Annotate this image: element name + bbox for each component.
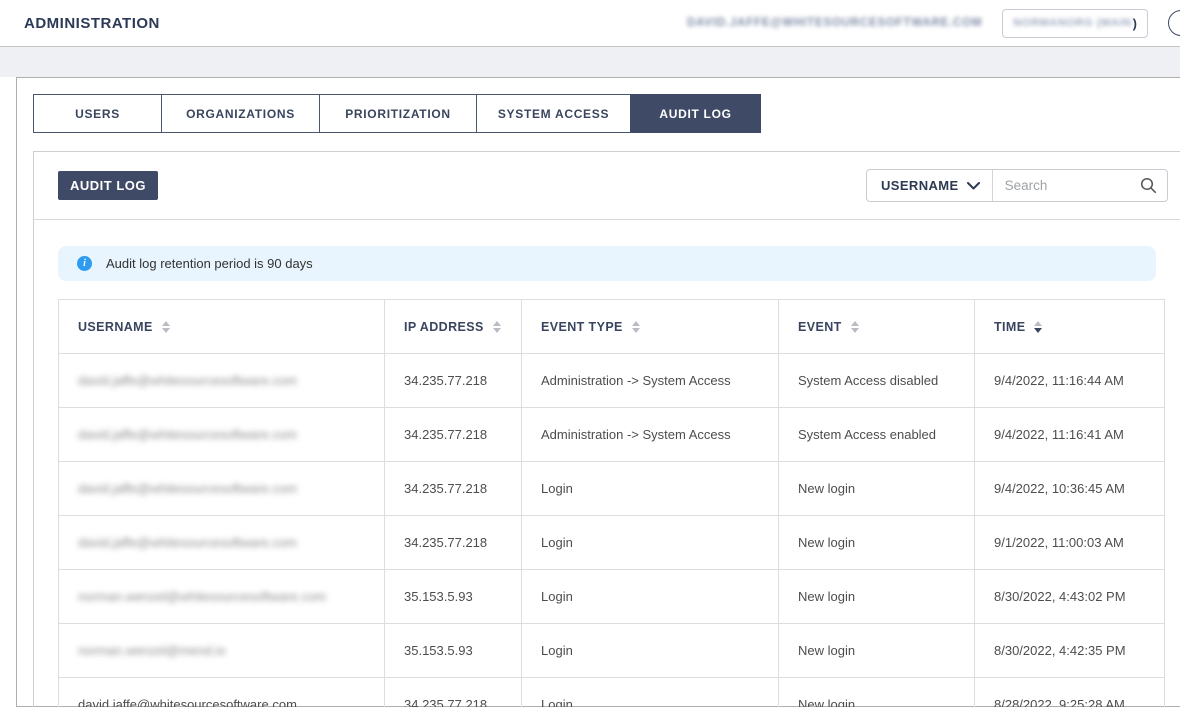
- tab-bar: USERS ORGANIZATIONS PRIORITIZATION SYSTEM A…: [33, 94, 764, 133]
- cell-ip-address: 34.235.77.218: [385, 516, 522, 570]
- cell-event-type: Administration -> System Access: [522, 408, 779, 462]
- cell-ip-address: 34.235.77.218: [385, 408, 522, 462]
- org-name-suffix: ): [1133, 16, 1137, 31]
- tab-system-access[interactable]: SYSTEM ACCESS: [476, 94, 631, 133]
- audit-log-badge: AUDIT LOG: [58, 171, 158, 200]
- cell-username: david.jaffe@whitesourcesoftware.com: [59, 462, 385, 516]
- search-control: USERNAME: [866, 169, 1168, 202]
- sort-icon[interactable]: [493, 321, 501, 333]
- top-bar: ADMINISTRATION DAVID.JAFFE@WHITESOURCESO…: [0, 0, 1180, 47]
- table-row[interactable]: norman.wenzel@whitesourcesoftware.com 35…: [59, 570, 1165, 624]
- administration-card: USERS ORGANIZATIONS PRIORITIZATION SYSTEM A…: [16, 77, 1180, 707]
- info-banner-text: Audit log retention period is 90 days: [106, 256, 313, 271]
- column-label: EVENT TYPE: [541, 320, 623, 334]
- sort-icon[interactable]: [632, 321, 640, 333]
- cell-username: norman.wenzel@mend.io: [59, 624, 385, 678]
- column-label: EVENT: [798, 320, 842, 334]
- tab-organizations[interactable]: ORGANIZATIONS: [161, 94, 320, 133]
- cell-event-type: Login: [522, 462, 779, 516]
- cell-event: New login: [779, 624, 975, 678]
- cell-event-type: Login: [522, 624, 779, 678]
- column-header-event[interactable]: EVENT: [779, 300, 975, 354]
- org-selector-button[interactable]: NORMANORG (MAIN): [1002, 9, 1148, 38]
- cell-ip-address: 35.153.5.93: [385, 570, 522, 624]
- table-row[interactable]: david.jaffe@whitesourcesoftware.com 34.2…: [59, 516, 1165, 570]
- cell-username: david.jaffe@whitesourcesoftware.com: [59, 354, 385, 408]
- column-label: IP ADDRESS: [404, 320, 484, 334]
- tab-prioritization[interactable]: PRIORITIZATION: [319, 94, 477, 133]
- cell-event-type: Login: [522, 516, 779, 570]
- cell-event: New login: [779, 516, 975, 570]
- cell-username: david.jaffe@whitesourcesoftware.com: [59, 516, 385, 570]
- page-background-band: [0, 47, 1180, 77]
- tab-label: AUDIT LOG: [659, 107, 731, 121]
- cell-event-type: Administration -> System Access: [522, 354, 779, 408]
- cell-event: System Access disabled: [779, 354, 975, 408]
- cell-ip-address: 35.153.5.93: [385, 624, 522, 678]
- table-header-row: USERNAME IP ADDRESS EVENT TYPE EVENT TIM…: [59, 300, 1165, 354]
- cell-time: 9/4/2022, 10:36:45 AM: [975, 462, 1165, 516]
- search-input[interactable]: [993, 178, 1140, 193]
- column-header-event-type[interactable]: EVENT TYPE: [522, 300, 779, 354]
- top-bar-right: DAVID.JAFFE@WHITESOURCESOFTWARE.COM NORM…: [687, 9, 1180, 38]
- cell-event-type: Login: [522, 678, 779, 707]
- column-header-ip-address[interactable]: IP ADDRESS: [385, 300, 522, 354]
- info-icon: i: [77, 256, 92, 271]
- cell-time: 8/30/2022, 4:43:02 PM: [975, 570, 1165, 624]
- cell-time: 9/4/2022, 11:16:41 AM: [975, 408, 1165, 462]
- filter-field-dropdown[interactable]: USERNAME: [867, 170, 993, 201]
- cell-ip-address: 34.235.77.218: [385, 462, 522, 516]
- column-label: TIME: [994, 320, 1025, 334]
- cell-event: New login: [779, 570, 975, 624]
- cell-ip-address: 34.235.77.218: [385, 678, 522, 707]
- chevron-down-icon: [967, 182, 980, 190]
- sort-icon[interactable]: [1034, 321, 1042, 333]
- tab-audit-log[interactable]: AUDIT LOG: [630, 94, 761, 133]
- tab-label: ORGANIZATIONS: [186, 107, 295, 121]
- audit-log-table: USERNAME IP ADDRESS EVENT TYPE EVENT TIM…: [58, 299, 1165, 707]
- search-icon[interactable]: [1140, 177, 1157, 194]
- sort-icon[interactable]: [851, 321, 859, 333]
- cell-time: 9/1/2022, 11:00:03 AM: [975, 516, 1165, 570]
- org-name: NORMANORG (MAIN: [1013, 17, 1131, 29]
- sort-icon[interactable]: [162, 321, 170, 333]
- panel-header: AUDIT LOG USERNAME: [34, 152, 1180, 220]
- tab-label: SYSTEM ACCESS: [498, 107, 609, 121]
- cell-username: norman.wenzel@whitesourcesoftware.com: [59, 570, 385, 624]
- cell-username: david.jaffe@whitesourcesoftware.com: [59, 678, 385, 707]
- table-row[interactable]: david.jaffe@whitesourcesoftware.com 34.2…: [59, 462, 1165, 516]
- table-row[interactable]: david.jaffe@whitesourcesoftware.com 34.2…: [59, 354, 1165, 408]
- cell-event: New login: [779, 462, 975, 516]
- tab-users[interactable]: USERS: [33, 94, 162, 133]
- cell-event: New login: [779, 678, 975, 707]
- tab-label: PRIORITIZATION: [345, 107, 451, 121]
- column-header-time[interactable]: TIME: [975, 300, 1165, 354]
- table-row[interactable]: norman.wenzel@mend.io 35.153.5.93 Login …: [59, 624, 1165, 678]
- cell-time: 8/28/2022, 9:25:28 AM: [975, 678, 1165, 707]
- column-header-username[interactable]: USERNAME: [59, 300, 385, 354]
- tab-label: USERS: [75, 107, 120, 121]
- info-banner: i Audit log retention period is 90 days: [58, 246, 1156, 281]
- filter-field-label: USERNAME: [881, 178, 959, 193]
- cell-event-type: Login: [522, 570, 779, 624]
- cell-username: david.jaffe@whitesourcesoftware.com: [59, 408, 385, 462]
- cell-ip-address: 34.235.77.218: [385, 354, 522, 408]
- cell-time: 8/30/2022, 4:42:35 PM: [975, 624, 1165, 678]
- table-row[interactable]: david.jaffe@whitesourcesoftware.com 34.2…: [59, 408, 1165, 462]
- audit-log-table-wrap: USERNAME IP ADDRESS EVENT TYPE EVENT TIM…: [58, 299, 1156, 707]
- page-title: ADMINISTRATION: [24, 15, 160, 32]
- cell-event: System Access enabled: [779, 408, 975, 462]
- column-label: USERNAME: [78, 320, 153, 334]
- audit-log-panel: AUDIT LOG USERNAME i Audit log retention…: [33, 151, 1180, 707]
- user-email: DAVID.JAFFE@WHITESOURCESOFTWARE.COM: [687, 17, 982, 29]
- table-row[interactable]: david.jaffe@whitesourcesoftware.com 34.2…: [59, 678, 1165, 707]
- cell-time: 9/4/2022, 11:16:44 AM: [975, 354, 1165, 408]
- user-avatar-icon[interactable]: [1168, 10, 1180, 36]
- panel-body: i Audit log retention period is 90 days …: [34, 220, 1180, 707]
